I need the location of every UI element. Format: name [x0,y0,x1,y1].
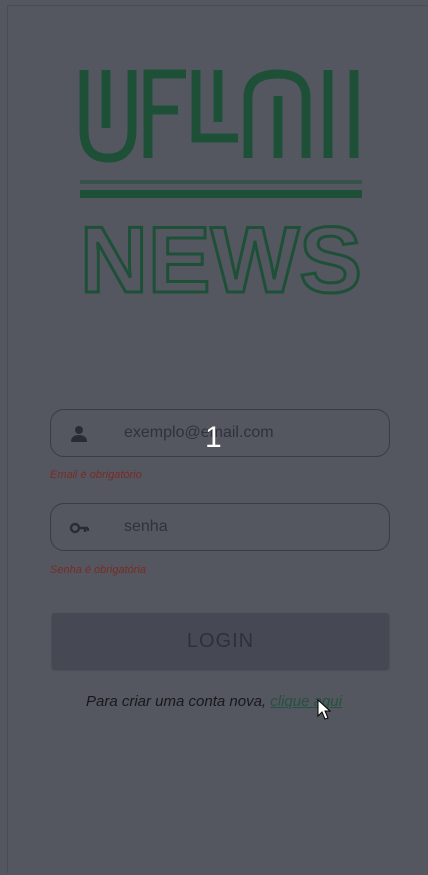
password-field[interactable]: senha [50,503,390,551]
person-icon [71,426,87,442]
password-error: Senha é obrigatória [50,564,147,576]
mouse-cursor-icon [317,699,331,720]
key-icon [69,522,89,534]
signup-text: Para criar uma conta nova, [86,693,271,710]
email-error: Email é obrigatório [50,469,142,481]
step-number-overlay: 1 [205,421,222,454]
signup-prompt: Para criar uma conta nova, clique aqui [0,693,428,710]
ufln-news-logo: NEWS [79,69,364,298]
email-placeholder: exemplo@email.com [124,424,274,441]
signup-link[interactable]: clique aqui [270,693,342,710]
password-placeholder: senha [124,518,168,535]
login-button[interactable]: LOGIN [52,613,389,669]
logo-news-text: NEWS [80,207,362,298]
